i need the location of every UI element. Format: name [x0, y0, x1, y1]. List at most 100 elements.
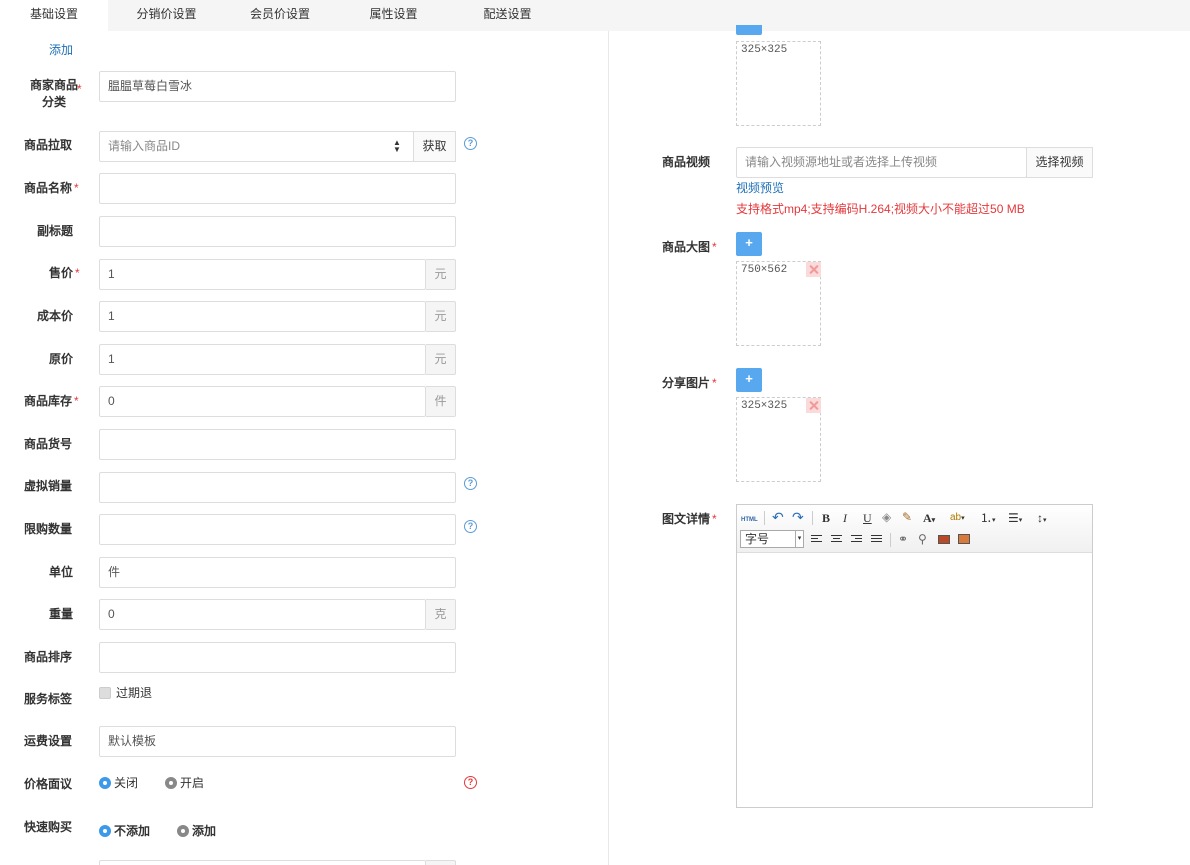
tab-attributes[interactable]: 属性设置 — [335, 0, 452, 31]
link-icon[interactable]: ⚭ — [898, 532, 908, 546]
quick-buy-no-radio[interactable] — [99, 825, 111, 837]
sort-label: 商品排序 — [24, 650, 73, 664]
price-label: 售价 * — [49, 266, 80, 280]
add-thumb-button[interactable] — [736, 25, 762, 35]
format-brush-icon[interactable]: ✎ — [902, 510, 912, 524]
cost-unit: 元 — [426, 301, 456, 332]
service-tag-label: 服务标签 — [24, 692, 73, 706]
unlink-icon[interactable]: ⚲ — [918, 532, 927, 546]
align-left-icon[interactable] — [811, 535, 822, 545]
original-price-input[interactable]: 1 — [99, 344, 426, 375]
undo-icon[interactable]: ↶ — [772, 510, 784, 524]
highlight-icon[interactable]: ab▾ — [950, 511, 965, 526]
chevron-down-icon: ▾ — [795, 531, 803, 547]
video-format-hint: 支持格式mp4;支持编码H.264;视频大小不能超过50 MB — [736, 202, 1025, 216]
align-right-icon[interactable] — [851, 535, 862, 545]
stock-input[interactable]: 0 — [99, 386, 426, 417]
fetch-button[interactable]: 获取 — [413, 131, 456, 162]
toolbar-separator — [812, 511, 813, 525]
help-icon[interactable]: ? — [464, 776, 477, 789]
next-field-input[interactable] — [99, 860, 426, 865]
tab-bar: 基础设置 分销价设置 会员价设置 属性设置 配送设置 — [0, 0, 1190, 31]
expired-refund-checkbox[interactable] — [99, 687, 111, 699]
category-label: 商家商品分类 — [24, 77, 84, 111]
add-large-image-button[interactable]: + — [736, 232, 762, 256]
expired-refund-label: 过期退 — [116, 686, 153, 700]
negotiable-off-radio[interactable] — [99, 777, 111, 789]
bold-icon[interactable]: B — [822, 511, 830, 525]
font-size-select[interactable]: 字号 ▾ — [740, 530, 804, 548]
toolbar-separator — [764, 511, 765, 525]
add-category-link[interactable]: 添加 — [49, 41, 73, 58]
detail-label: 图文详情 * — [662, 512, 717, 526]
cost-input[interactable]: 1 — [99, 301, 426, 332]
price-input[interactable]: 1 — [99, 259, 426, 290]
help-icon[interactable]: ? — [464, 137, 477, 150]
virtual-sales-label: 虚拟销量 — [24, 479, 73, 493]
tab-delivery[interactable]: 配送设置 — [452, 0, 563, 31]
shipping-label: 运费设置 — [24, 734, 73, 748]
video-preview-link[interactable]: 视频预览 — [736, 179, 784, 196]
eraser-icon[interactable]: ◈ — [882, 510, 891, 524]
align-justify-icon[interactable] — [871, 535, 882, 545]
negotiable-label: 价格面议 — [24, 777, 73, 791]
weight-input[interactable]: 0 — [99, 599, 426, 630]
unordered-list-icon[interactable]: ☰▾ — [1008, 511, 1022, 528]
toolbar-separator — [890, 533, 891, 547]
delete-icon[interactable] — [806, 262, 821, 277]
quick-buy-yes-label: 添加 — [192, 824, 217, 838]
tab-basic-settings[interactable]: 基础设置 — [0, 0, 108, 31]
category-field[interactable]: 腽腽草莓白雪冰 — [99, 71, 456, 102]
shipping-template-select[interactable]: 默认模板 — [99, 726, 456, 757]
stock-label-text: 商品库存 — [24, 394, 73, 408]
cost-label: 成本价 — [37, 309, 74, 323]
align-center-icon[interactable] — [831, 535, 842, 545]
negotiable-on-radio[interactable] — [165, 777, 177, 789]
share-image-size: 325×325 — [741, 400, 788, 412]
purchase-limit-input[interactable] — [99, 514, 456, 545]
subtitle-input[interactable] — [99, 216, 456, 247]
font-color-icon[interactable]: A▾ — [923, 511, 935, 527]
name-label: 商品名称 * — [24, 181, 79, 195]
select-video-button[interactable]: 选择视频 — [1026, 147, 1093, 178]
product-id-input[interactable]: 请输入商品ID — [99, 131, 414, 162]
tab-distribution-price[interactable]: 分销价设置 — [108, 0, 225, 31]
category-label-text: 商家商品分类 — [29, 78, 78, 109]
large-image-size: 750×562 — [741, 264, 788, 276]
sku-input[interactable] — [99, 429, 456, 460]
weight-unit: 克 — [426, 599, 456, 630]
add-share-image-button[interactable]: + — [736, 368, 762, 392]
large-image-label: 商品大图 * — [662, 240, 717, 254]
rich-text-editor[interactable]: HTML ↶ ↷ B I U ◈ ✎ A▾ ab▾ ⒈▾ ☰▾ ↕▾ 字号 ▾ … — [736, 504, 1093, 808]
quick-buy-yes-radio[interactable] — [177, 825, 189, 837]
ordered-list-icon[interactable]: ⒈▾ — [980, 511, 996, 528]
original-price-label: 原价 — [49, 352, 74, 366]
spinner-icon[interactable]: ▲ ▼ — [393, 139, 401, 154]
stock-label: 商品库存 * — [24, 394, 79, 408]
image-icon[interactable] — [938, 533, 950, 547]
html-source-button[interactable]: HTML — [741, 513, 758, 527]
negotiable-off-label: 关闭 — [114, 776, 139, 790]
thumbnail-size: 325×325 — [741, 44, 788, 56]
purchase-limit-label: 限购数量 — [24, 522, 73, 536]
price-label-text: 售价 — [49, 266, 74, 280]
product-name-input[interactable] — [99, 173, 456, 204]
tab-member-price[interactable]: 会员价设置 — [225, 0, 335, 31]
stock-unit: 件 — [426, 386, 456, 417]
help-icon[interactable]: ? — [464, 477, 477, 490]
underline-icon[interactable]: U — [863, 511, 872, 525]
video-url-input[interactable]: 请输入视频源地址或者选择上传视频 — [736, 147, 1027, 178]
redo-icon[interactable]: ↷ — [792, 510, 804, 524]
detail-label-text: 图文详情 — [662, 512, 711, 526]
multi-image-icon[interactable] — [958, 533, 970, 547]
unit-label: 单位 — [49, 565, 74, 579]
unit-input[interactable]: 件 — [99, 557, 456, 588]
virtual-sales-input[interactable] — [99, 472, 456, 503]
help-icon[interactable]: ? — [464, 520, 477, 533]
delete-icon[interactable] — [806, 398, 821, 413]
share-image-label-text: 分享图片 — [662, 376, 711, 390]
line-height-icon[interactable]: ↕▾ — [1037, 511, 1047, 528]
sort-input[interactable] — [99, 642, 456, 673]
original-price-unit: 元 — [426, 344, 456, 375]
italic-icon[interactable]: I — [843, 511, 847, 525]
